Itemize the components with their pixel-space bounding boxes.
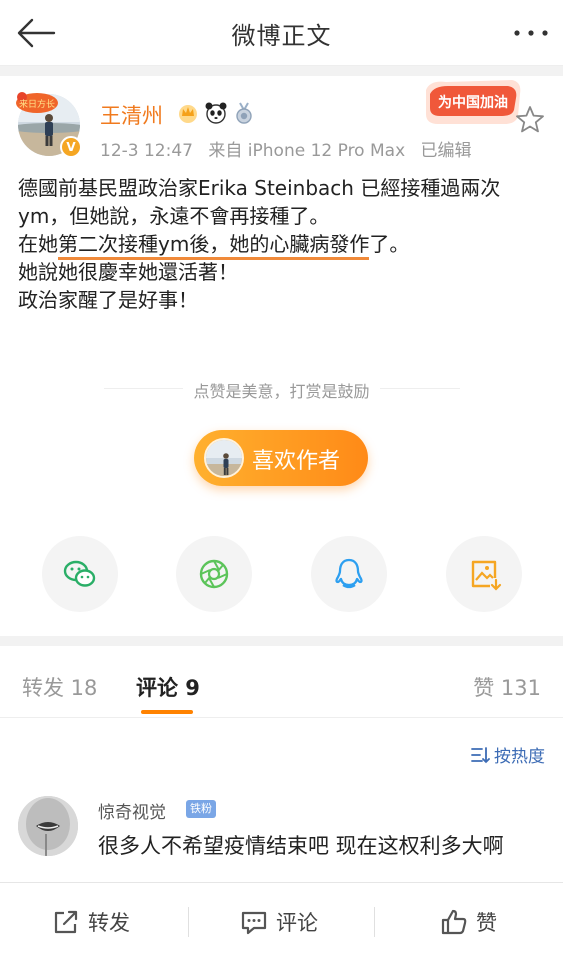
post-text-segment: 了。 <box>369 232 410 256</box>
repost-button[interactable]: 转发 <box>52 905 130 939</box>
sort-label: 按热度 <box>494 747 545 767</box>
post-text-line: 在她第二次接種ym後，她的心臟病發作了。 <box>18 230 548 260</box>
fan-badge: 铁粉 <box>186 800 216 818</box>
wechat-icon <box>63 560 96 587</box>
active-tab-indicator <box>141 710 193 714</box>
comment-text: 很多人不希望疫情结束吧 现在这权利多大啊 <box>98 834 504 858</box>
svg-text:来日方长: 来日方长 <box>19 98 55 110</box>
post-body: 德國前基民盟政治家Erika Steinbach 已經接種過兩次ym，但她說，永… <box>18 174 548 314</box>
commenter-name[interactable]: 惊奇视觉 <box>98 798 166 823</box>
post-edited-label[interactable]: 已编辑 <box>421 141 472 161</box>
save-image-icon <box>471 560 502 591</box>
panda-badge-icon[interactable] <box>204 101 228 125</box>
like-author-label: 喜欢作者 <box>252 449 341 474</box>
save-image-button[interactable] <box>446 536 522 612</box>
author-badges <box>176 100 256 126</box>
highlighted-text: 第二次接種ym後，她的心臟病發作 <box>58 232 370 260</box>
section-divider <box>0 66 563 76</box>
post-source: 来自 iPhone 12 Pro Max <box>208 141 406 161</box>
svg-text:为中国加油: 为中国加油 <box>438 94 508 111</box>
post-meta: 12-3 12:47 来自 iPhone 12 Pro Max 已编辑 <box>100 136 482 161</box>
post-text-line: 德國前基民盟政治家Erika Steinbach 已經接種過兩次ym，但她說，永… <box>18 176 501 228</box>
verified-v-badge-icon: V <box>60 136 82 158</box>
comment-icon <box>241 911 267 935</box>
tab-like[interactable]: 赞 131 <box>473 672 541 702</box>
repost-icon <box>54 910 78 934</box>
share-moments-button[interactable] <box>176 536 252 612</box>
like-button[interactable]: 赞 <box>440 905 497 939</box>
commenter-avatar[interactable] <box>18 796 78 856</box>
reward-tip: 点赞是美意，打赏是鼓励 <box>0 378 563 402</box>
author-avatar[interactable]: 来日方长 V <box>16 92 82 158</box>
interaction-tabs: 转发 18 评论 9 赞 131 <box>0 646 563 718</box>
thumbs-up-icon <box>441 909 467 935</box>
post-text-line: 她說她很慶幸她還活著！ <box>18 260 238 284</box>
moments-icon <box>199 559 229 589</box>
medal-badge-icon[interactable] <box>232 101 256 125</box>
like-author-avatar <box>204 438 244 478</box>
sort-icon <box>471 746 490 763</box>
sort-by-hot-button[interactable]: 按热度 <box>470 742 545 767</box>
post-text-line: 政治家醒了是好事！ <box>18 288 198 312</box>
share-qq-button[interactable] <box>311 536 387 612</box>
comment-label: 评论 <box>276 911 318 935</box>
more-options-icon[interactable] <box>511 18 551 48</box>
bottom-action-bar: 转发 评论 赞 <box>0 882 563 960</box>
post-text-segment: 在她 <box>18 232 58 256</box>
star-favorite-icon[interactable] <box>514 104 546 134</box>
tab-comment[interactable]: 评论 9 <box>136 672 200 702</box>
tab-repost[interactable]: 转发 18 <box>22 672 97 702</box>
author-name[interactable]: 王清州 <box>100 100 163 130</box>
avatar-pendant-badge: 来日方长 <box>14 90 60 116</box>
repost-label: 转发 <box>88 911 130 935</box>
page-title: 微博正文 <box>231 22 332 50</box>
crown-badge-icon[interactable] <box>176 101 200 125</box>
like-label: 赞 <box>476 911 497 935</box>
bar-divider <box>374 907 375 937</box>
comment-button[interactable]: 评论 <box>240 905 318 939</box>
bar-divider <box>188 907 189 937</box>
qq-icon <box>335 558 363 589</box>
reward-tip-text: 点赞是美意，打赏是鼓励 <box>183 382 380 401</box>
share-wechat-button[interactable] <box>42 536 118 612</box>
share-row <box>0 536 563 614</box>
like-author-button[interactable]: 喜欢作者 <box>194 430 368 486</box>
post-time: 12-3 12:47 <box>100 141 193 161</box>
top-nav-bar: 微博正文 <box>0 0 563 66</box>
promo-banner[interactable]: 为中国加油 <box>420 76 524 128</box>
section-divider <box>0 636 563 646</box>
